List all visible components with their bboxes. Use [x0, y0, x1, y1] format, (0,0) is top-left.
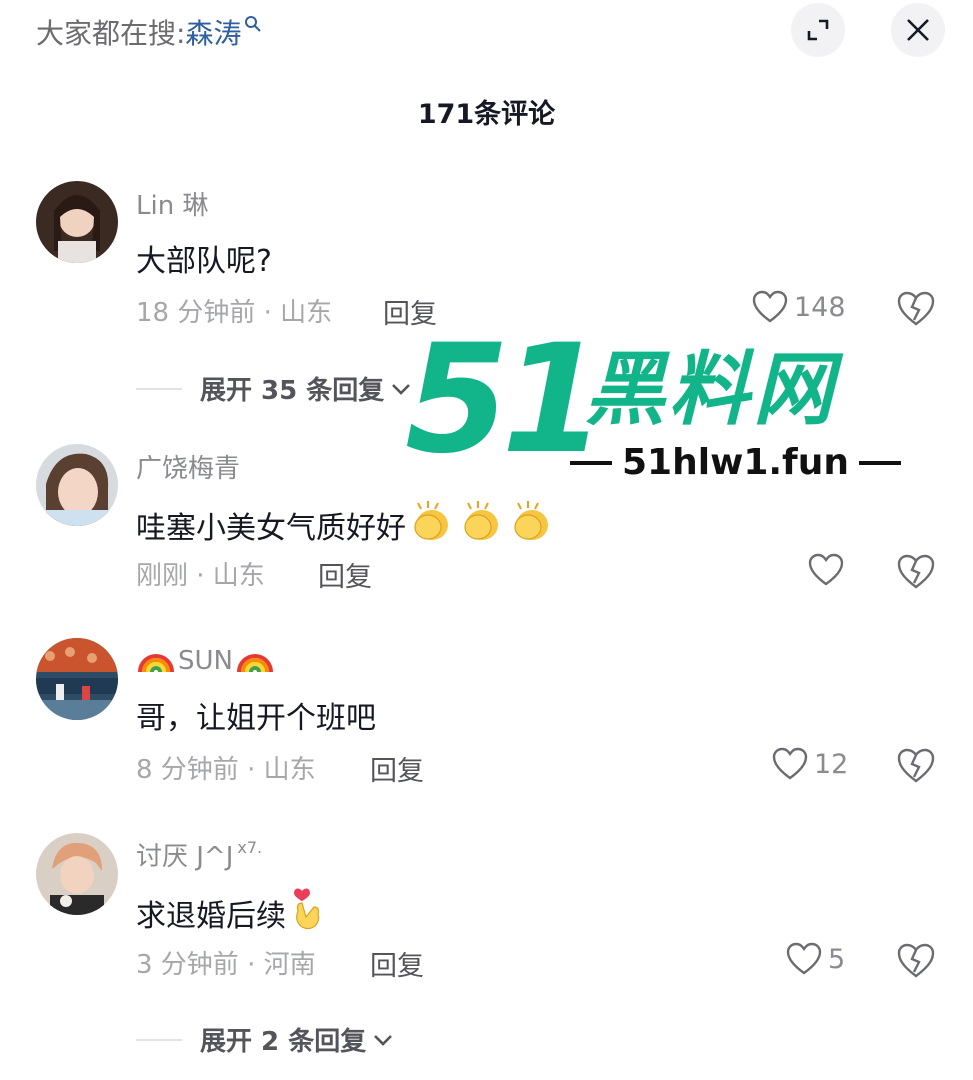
- expand-button[interactable]: [791, 3, 845, 57]
- watermark-dash: [858, 460, 901, 465]
- reply-button[interactable]: 回复: [370, 749, 424, 788]
- heart-icon: [786, 942, 822, 975]
- dislike-button[interactable]: [896, 747, 936, 787]
- watermark-number: 51: [405, 313, 606, 487]
- expand-replies-label: 展开 2 条回复: [200, 1027, 367, 1057]
- like-button[interactable]: 12: [772, 747, 848, 781]
- heart-icon: [772, 747, 808, 780]
- reply-button[interactable]: 回复: [370, 944, 424, 983]
- heart-icon: [752, 290, 788, 323]
- comment-username-text: SUN: [178, 645, 233, 676]
- username-suffix: x7.: [237, 838, 263, 857]
- trending-search[interactable]: 大家都在搜: 森涛: [36, 12, 262, 52]
- divider-line: [136, 1038, 182, 1041]
- comment-meta: 3 分钟前 · 河南: [136, 950, 316, 980]
- expand-replies[interactable]: 展开 2 条回复: [136, 1021, 394, 1058]
- dislike-button[interactable]: [896, 290, 936, 330]
- comment-text: 大部队呢?: [136, 244, 272, 279]
- comment-text-content: 求退婚后续: [136, 899, 286, 934]
- rainbow-icon: [235, 640, 275, 681]
- comment-username[interactable]: 讨厌 J^J x7.: [136, 836, 262, 873]
- like-button[interactable]: [808, 553, 850, 587]
- like-count: 5: [828, 943, 846, 975]
- heart-icon: [808, 553, 844, 586]
- broken-heart-icon: [897, 291, 935, 326]
- expand-icon: [807, 19, 829, 41]
- dislike-button[interactable]: [896, 553, 936, 593]
- comment-text-content: 哇塞小美女气质好好: [136, 511, 406, 546]
- dislike-button[interactable]: [896, 942, 936, 982]
- comment-username[interactable]: SUN: [136, 640, 275, 681]
- comment-meta: 8 分钟前 · 山东: [136, 755, 316, 785]
- comment-text: 哇塞小美女气质好好: [136, 499, 558, 551]
- avatar[interactable]: [36, 444, 118, 526]
- comment-meta: 18 分钟前 · 山东: [136, 298, 333, 328]
- comment-username-text: 讨厌 J^J: [136, 842, 234, 872]
- watermark-name: 黑料网: [585, 343, 837, 436]
- finger-heart-emoji: [288, 887, 328, 939]
- trending-search-prefix: 大家都在搜:: [36, 17, 186, 50]
- broken-heart-icon: [897, 554, 935, 589]
- like-button[interactable]: 148: [752, 290, 846, 324]
- broken-heart-icon: [897, 943, 935, 978]
- comment-count-title: 171条评论: [417, 99, 556, 130]
- like-count: 148: [794, 291, 846, 323]
- comment-username[interactable]: Lin 琳: [136, 185, 208, 222]
- comment-text: 哥，让姐开个班吧: [136, 701, 376, 736]
- chevron-down-icon: [374, 1034, 393, 1046]
- divider-line: [136, 387, 182, 390]
- avatar[interactable]: [36, 181, 118, 263]
- comment-username[interactable]: 广饶梅青: [136, 448, 240, 485]
- reply-button[interactable]: 回复: [318, 555, 372, 594]
- comment-meta: 刚刚 · 山东: [136, 561, 265, 591]
- clapping-hands-emoji: [408, 499, 558, 551]
- close-icon: [907, 19, 929, 41]
- rainbow-icon: [136, 640, 176, 681]
- like-button[interactable]: 5: [786, 942, 845, 976]
- avatar[interactable]: [36, 833, 118, 915]
- trending-search-term[interactable]: 森涛: [185, 12, 241, 52]
- watermark-dash: [570, 460, 612, 465]
- watermark-url: 51hlw1.fun: [570, 442, 901, 483]
- broken-heart-icon: [897, 748, 935, 783]
- search-icon: [244, 15, 262, 38]
- like-count: 12: [814, 748, 849, 780]
- watermark-url-text: 51hlw1.fun: [622, 442, 849, 483]
- expand-replies[interactable]: 展开 35 条回复: [136, 370, 412, 407]
- comment-text: 求退婚后续: [136, 887, 328, 939]
- close-button[interactable]: [891, 3, 945, 57]
- expand-replies-label: 展开 35 条回复: [200, 376, 385, 406]
- avatar[interactable]: [36, 638, 118, 720]
